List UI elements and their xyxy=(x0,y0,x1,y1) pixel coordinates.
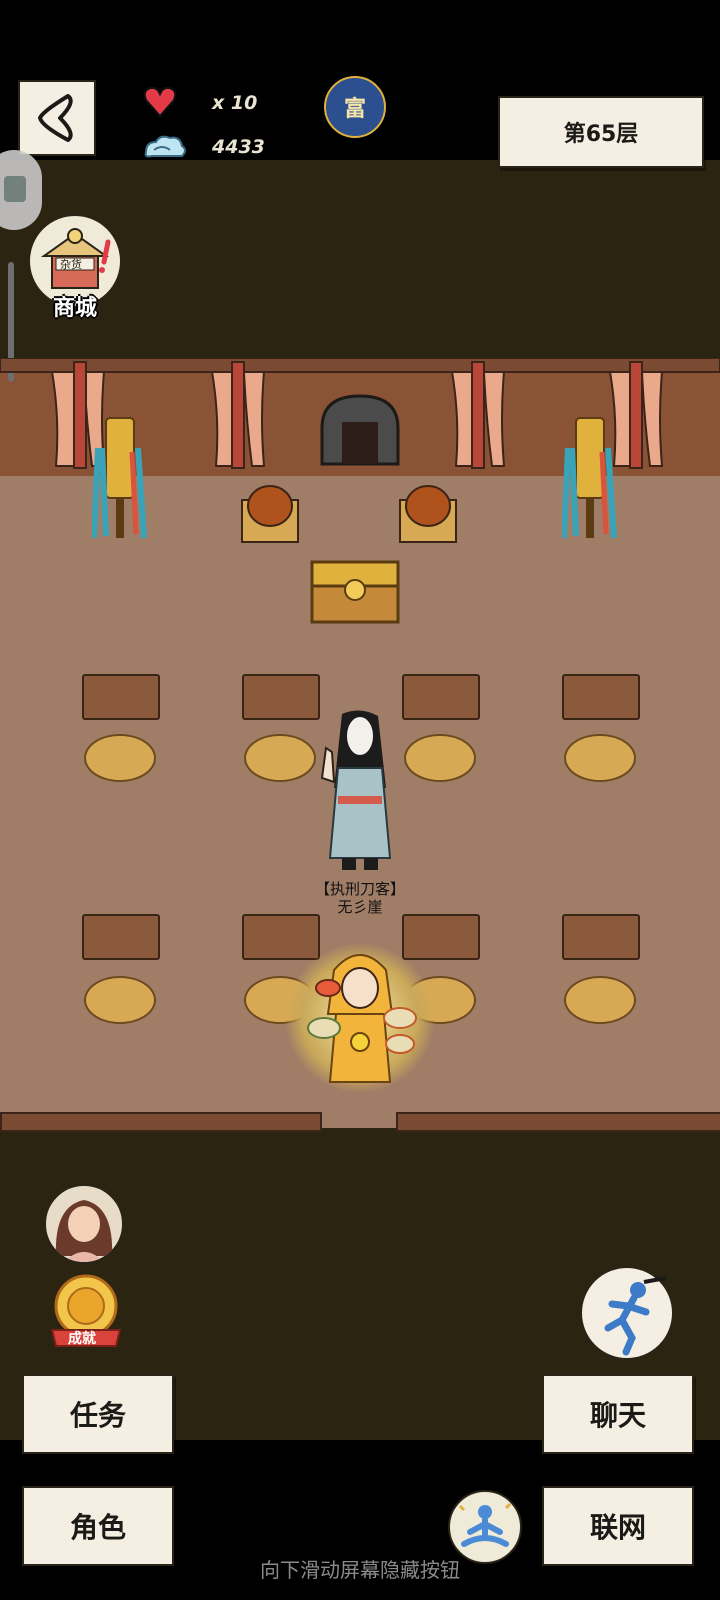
meditate-button[interactable] xyxy=(448,1490,522,1564)
achievement-button[interactable]: 成就 xyxy=(46,1270,126,1350)
low-table xyxy=(402,674,480,720)
low-table xyxy=(242,674,320,720)
heart-icon xyxy=(143,86,177,118)
cushion xyxy=(404,734,476,782)
floor-edge-left xyxy=(0,1112,322,1132)
lives-count: x 10 xyxy=(212,92,258,114)
zodiac-glyph: 富 xyxy=(343,97,366,122)
low-table xyxy=(82,674,160,720)
npc-swordsman[interactable] xyxy=(310,708,410,878)
npc-nameplate: 【执刑刀客】 无彡崖 xyxy=(290,880,430,916)
low-table xyxy=(562,674,640,720)
shop-label: 商城 xyxy=(52,296,97,321)
npc-title: 【执刑刀客】 xyxy=(314,880,405,898)
side-tab-icon xyxy=(4,176,26,202)
chat-button[interactable]: 聊天 xyxy=(542,1374,694,1454)
floor-edge-right xyxy=(396,1112,720,1132)
meditation-icon xyxy=(458,1502,512,1547)
cushion xyxy=(244,734,316,782)
cushion xyxy=(564,976,636,1024)
back-button[interactable] xyxy=(18,80,96,156)
low-table xyxy=(562,914,640,960)
currency-count: 4433 xyxy=(212,136,265,158)
running-figure-icon xyxy=(604,1276,667,1356)
shop-sign: 杂货 xyxy=(60,258,82,271)
npc-name: 无彡崖 xyxy=(337,898,383,916)
cloud-icon xyxy=(144,135,186,158)
throne-right xyxy=(399,485,457,543)
cushion xyxy=(564,734,636,782)
prayer-wheel-right xyxy=(562,417,617,539)
companion-portrait-icon xyxy=(55,1200,113,1262)
companion-avatar[interactable] xyxy=(44,1184,124,1264)
prayer-wheel-left xyxy=(92,417,147,539)
throne-left xyxy=(241,485,299,543)
floor-level-button[interactable]: 第65层 xyxy=(498,96,704,168)
hide-buttons-hint: 向下滑动屏幕隐藏按钮 xyxy=(260,1558,460,1582)
player-character[interactable] xyxy=(300,944,420,1094)
treasure-chest[interactable] xyxy=(308,558,404,630)
task-button[interactable]: 任务 xyxy=(22,1374,174,1454)
achievement-label: 成就 xyxy=(68,1331,96,1347)
cushion xyxy=(84,734,156,782)
cushion xyxy=(84,976,156,1024)
back-arrow-icon xyxy=(38,94,73,142)
zodiac-moon-badge[interactable]: 富 xyxy=(324,76,386,138)
run-button[interactable] xyxy=(580,1266,674,1360)
low-table xyxy=(82,914,160,960)
